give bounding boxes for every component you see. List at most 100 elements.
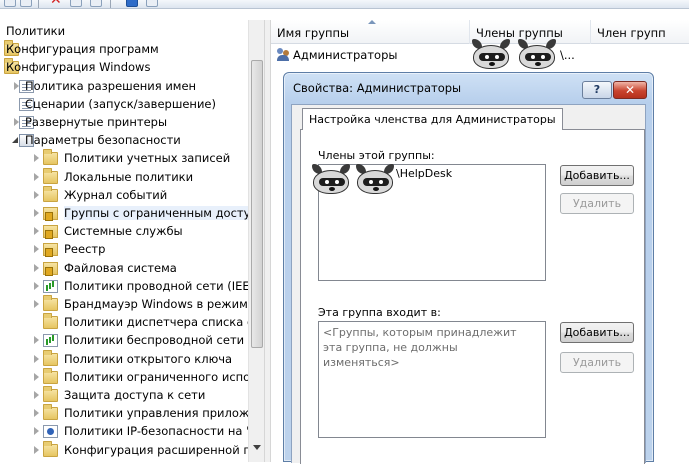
tree-item[interactable]: Реестр (0, 240, 248, 258)
raccoon-avatar-icon (470, 39, 512, 73)
tree-item[interactable]: Журнал событий (0, 185, 248, 204)
expand-arrow-closed-icon[interactable] (32, 427, 40, 436)
pane-splitter[interactable] (264, 20, 271, 462)
tree-item[interactable]: Политики управления приложениями (0, 404, 264, 422)
tree-item[interactable]: Брандмауэр Windows в режиме повышенной б… (0, 295, 264, 313)
chart-icon (43, 279, 58, 293)
expand-arrow-closed-icon[interactable] (32, 372, 40, 381)
tree-item-label: Журнал событий (64, 187, 168, 202)
tree-item[interactable]: Сценарии (запуск/завершение) (0, 95, 248, 113)
remove-member-of-button[interactable]: Удалить (560, 352, 634, 373)
add-members-button[interactable]: Добавить... (560, 165, 634, 186)
tree-item[interactable]: Системные службы (0, 222, 248, 240)
member-entry[interactable]: \HelpDesk (396, 167, 452, 180)
tree-scrollbar[interactable] (248, 20, 264, 462)
group-members-value: \... (560, 48, 575, 62)
tree-item-label: Защита доступа к сети (64, 388, 206, 402)
export-icon[interactable] (90, 0, 102, 7)
expand-arrow-closed-icon[interactable] (32, 281, 40, 290)
tree-item[interactable]: Группы с ограниченным доступом (0, 204, 264, 222)
group-name: Администраторы (293, 48, 398, 62)
tree-item-label: Политики ограниченного использования про… (64, 369, 264, 384)
expand-arrow-closed-icon[interactable] (32, 209, 40, 217)
tree-item[interactable]: Развернутые принтеры (0, 113, 248, 131)
remove-members-button[interactable]: Удалить (560, 193, 634, 214)
tree-item[interactable]: Политика разрешения имен (0, 77, 248, 95)
column-member-of[interactable]: Член групп (591, 20, 689, 44)
tree-item[interactable]: Политики открытого ключа (0, 349, 248, 368)
tree-item[interactable]: Конфигурация расширенной политики аудита (0, 440, 264, 459)
properties-dialog: Свойства: Администраторы ? ✕ Настройка ч… (283, 72, 654, 464)
tree-item-label: Группы с ограниченным доступом (64, 206, 264, 220)
back-icon[interactable] (4, 0, 16, 7)
expand-arrow-closed-icon[interactable] (32, 190, 40, 199)
tree-item[interactable]: Политики ограниченного использования про… (0, 367, 264, 386)
navigation-tree[interactable]: Политики Конфигурация программ Конфигураци… (0, 20, 264, 462)
group-icon (277, 48, 291, 62)
tree-item[interactable]: Локальные политики (0, 167, 248, 186)
expand-arrow-closed-icon[interactable] (32, 172, 40, 181)
properties-icon[interactable] (70, 0, 82, 7)
tree-item[interactable]: Политики учетных записей (0, 149, 248, 167)
scrollbar-thumb[interactable] (251, 60, 263, 348)
tree-item-label: Файловая система (64, 260, 177, 275)
tree-item[interactable]: Конфигурация Windows (0, 58, 248, 76)
netsec-icon (43, 425, 58, 439)
scroll-down-icon[interactable] (253, 445, 261, 450)
tree-item[interactable]: Политики проводной сети (IEEE 802.3) (0, 277, 264, 295)
lock-icon (43, 243, 58, 258)
tree-item[interactable]: Файловая система (0, 259, 248, 277)
tree-item-label: Политики беспроводной сети (IEEE 802.11) (64, 333, 264, 348)
tree-item[interactable]: Политики диспетчера списка сетей (0, 313, 264, 331)
tree-item-label: Политики (6, 24, 66, 38)
chart-icon (43, 334, 58, 348)
raccoon-avatar-icon (354, 164, 396, 198)
tab-membership[interactable]: Настройка членства для Администраторы (302, 108, 563, 130)
tree-item-label: Реестр (64, 242, 106, 257)
tree-item-label: Политики диспетчера списка сетей (64, 315, 264, 330)
dialog-title: Свойства: Администраторы (293, 81, 462, 95)
tree-item-label: Политики открытого ключа (64, 351, 233, 366)
help-icon[interactable] (126, 0, 138, 7)
tree-item[interactable]: Политики IP-безопасности на "Службе ката… (0, 422, 264, 440)
console-icon[interactable] (146, 0, 158, 7)
tree-item-label: Политики учетных записей (64, 151, 231, 166)
tree-item-label: Политика разрешения имен (25, 78, 197, 93)
tree-item[interactable]: Защита доступа к сети (0, 386, 248, 404)
help-button[interactable]: ? (582, 81, 612, 99)
folder-icon (43, 167, 58, 184)
add-member-of-button[interactable]: Добавить... (560, 322, 634, 343)
tree-item[interactable]: Политики (0, 22, 248, 40)
expand-arrow-closed-icon[interactable] (32, 154, 40, 163)
expand-arrow-closed-icon[interactable] (32, 263, 40, 272)
raccoon-avatar-icon (516, 39, 558, 73)
member-of-label: Эта группа входит в: (318, 306, 441, 319)
expand-arrow-closed-icon[interactable] (32, 445, 40, 454)
tree-item-label: Брандмауэр Windows в режиме повышенной б… (64, 297, 264, 311)
expand-arrow-closed-icon[interactable] (32, 391, 40, 399)
member-of-listbox[interactable]: <Группы, которым принадлежит эта группа,… (318, 321, 546, 438)
close-button[interactable]: ✕ (613, 81, 647, 99)
expand-arrow-closed-icon[interactable] (32, 227, 40, 236)
tree-item-label: Политики управления приложениями (64, 406, 264, 421)
toolbar-separator (38, 0, 39, 8)
lock-icon (43, 207, 58, 221)
folder-icon (43, 404, 58, 421)
folder-icon (43, 367, 58, 384)
delete-icon[interactable]: ✕ (50, 0, 62, 8)
toolbar: ✕ (0, 0, 689, 9)
expand-arrow-closed-icon[interactable] (32, 354, 40, 363)
tree-item[interactable]: Политики беспроводной сети (IEEE 802.11) (0, 331, 264, 349)
expand-arrow-closed-icon[interactable] (32, 409, 40, 418)
folder-icon (43, 185, 58, 202)
up-icon[interactable] (20, 0, 32, 7)
expand-arrow-closed-icon[interactable] (32, 336, 40, 345)
members-listbox[interactable]: \HelpDesk (312, 164, 546, 281)
tree-item[interactable]: Конфигурация программ (0, 40, 248, 58)
tree-item[interactable]: Параметры безопасности (0, 131, 248, 149)
expand-arrow-closed-icon[interactable] (32, 300, 40, 308)
dialog-body: Настройка членства для Администраторы Чл… (291, 104, 646, 464)
folder-icon (43, 440, 58, 457)
members-label: Члены этой группы: (318, 149, 435, 162)
expand-arrow-closed-icon[interactable] (32, 245, 40, 254)
